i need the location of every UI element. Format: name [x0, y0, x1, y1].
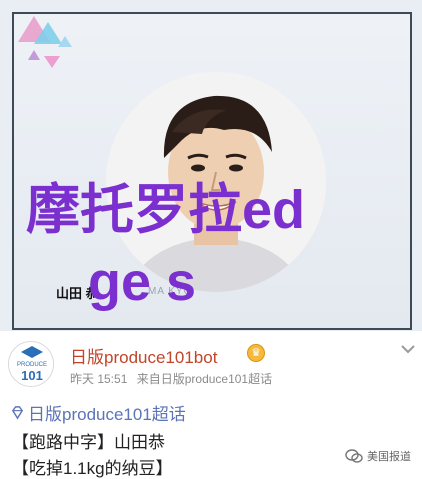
- crown-icon: ♛: [247, 344, 265, 362]
- post-time: 昨天 15:51: [70, 372, 128, 386]
- pink-small-triangle-decoration: [44, 56, 60, 68]
- post-author-avatar[interactable]: PRODUCE 101: [8, 341, 54, 387]
- chevron-down-icon[interactable]: [400, 343, 416, 355]
- profile-card-image: 山田 恭 MA KYO 摩托罗拉ed ge s: [0, 0, 422, 331]
- post-text-line-2: 【吃掉1.1kg的纳豆】: [12, 459, 173, 478]
- corner-watermark-text: 美国报道: [367, 451, 411, 463]
- corner-watermark: 美国报道: [345, 448, 411, 464]
- overlay-headline-line1: 摩托罗拉ed: [26, 180, 306, 240]
- avatar-logo-number: 101: [21, 368, 43, 383]
- post-author-name[interactable]: 日版produce101bot: [70, 343, 217, 368]
- wechat-icon: [345, 449, 363, 463]
- diamond-icon: [11, 406, 24, 420]
- post-source[interactable]: 来自日版produce101超话: [137, 372, 272, 386]
- topic-link[interactable]: 日版produce101超话: [10, 400, 186, 425]
- overlay-headline: 摩托罗拉ed ge s: [26, 174, 396, 318]
- purple-small-triangle-decoration: [28, 50, 40, 60]
- produce101-logo-icon: PRODUCE 101: [9, 342, 53, 386]
- blue-small-triangle-decoration: [58, 36, 72, 47]
- topic-label: 日版produce101超话: [28, 405, 186, 424]
- overlay-headline-line2: ge s: [88, 252, 197, 312]
- post-text-line-1: 【跑路中字】山田恭: [12, 433, 165, 452]
- post-meta: 昨天 15:51 来自日版produce101超话: [70, 370, 278, 387]
